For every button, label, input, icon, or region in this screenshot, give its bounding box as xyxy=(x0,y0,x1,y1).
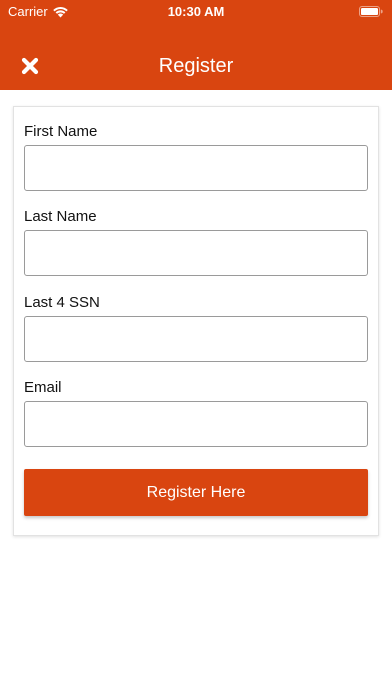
navigation-bar: Register xyxy=(0,44,392,90)
last-4-ssn-input[interactable] xyxy=(24,316,368,362)
app-header: Carrier 10:30 AM Register xyxy=(0,0,392,90)
clock-time: 10:30 AM xyxy=(167,4,225,19)
registration-form: First Name Last Name Last 4 SSN Email Re… xyxy=(13,106,379,536)
last-name-input[interactable] xyxy=(24,230,368,276)
first-name-input[interactable] xyxy=(24,145,368,191)
register-button[interactable]: Register Here xyxy=(24,469,368,516)
email-label: Email xyxy=(24,379,62,396)
first-name-label: First Name xyxy=(24,123,98,140)
last-name-label: Last Name xyxy=(24,208,97,225)
page-title: Register xyxy=(158,55,234,77)
battery-icon xyxy=(359,6,383,17)
email-input[interactable] xyxy=(24,401,368,447)
status-bar: Carrier 10:30 AM xyxy=(0,0,392,22)
last-4-ssn-label: Last 4 SSN xyxy=(24,294,100,311)
